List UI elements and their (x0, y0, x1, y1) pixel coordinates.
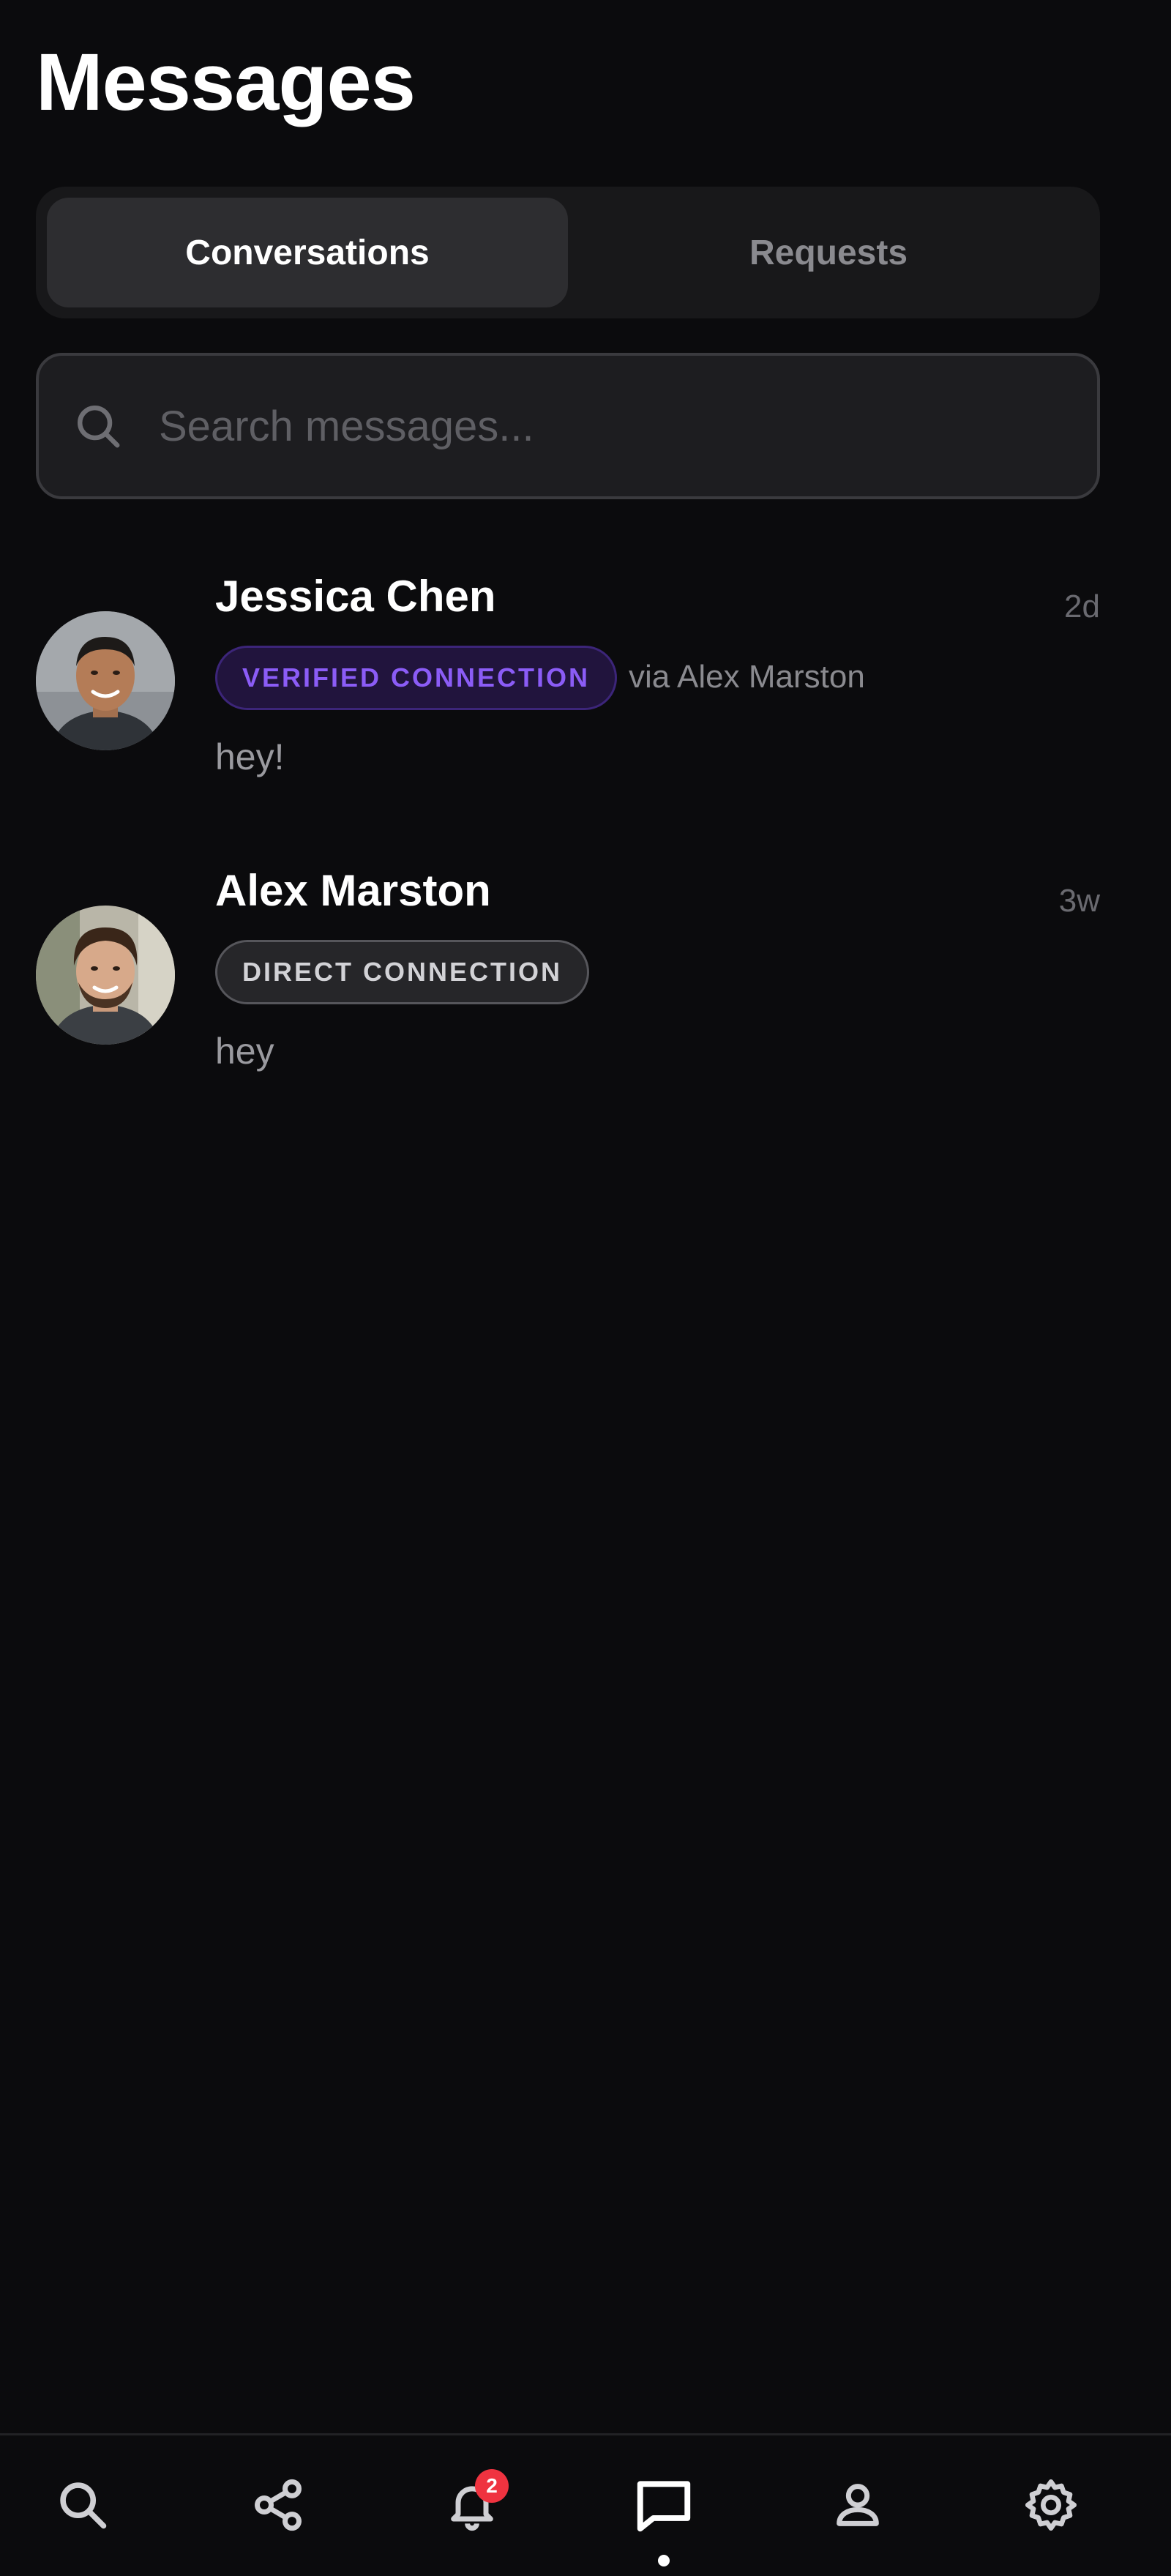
messages-screen: Messages Conversations Requests Search m… (0, 0, 1171, 2576)
direct-connection-badge: DIRECT CONNECTION (215, 940, 589, 1004)
nav-settings[interactable] (1007, 2435, 1095, 2576)
via-label: via Alex Marston (629, 659, 865, 695)
contact-name: Jessica Chen (215, 572, 496, 621)
avatar[interactable] (36, 611, 175, 750)
search-input[interactable] (157, 400, 1097, 452)
share-icon (250, 2477, 306, 2536)
nav-search[interactable] (39, 2435, 127, 2576)
tab-conversations[interactable]: Conversations (47, 198, 568, 307)
nav-messages[interactable] (620, 2435, 708, 2576)
conversation-item[interactable]: Alex Marston 3w DIRECT CONNECTION hey (36, 865, 1100, 1085)
contact-name: Alex Marston (215, 866, 491, 915)
nav-share[interactable] (234, 2435, 322, 2576)
tab-bar: Conversations Requests (36, 187, 1100, 318)
profile-icon (830, 2477, 886, 2536)
gear-icon (1022, 2476, 1080, 2538)
nav-profile[interactable] (814, 2435, 902, 2576)
search-bar[interactable] (36, 353, 1100, 499)
search-icon (55, 2477, 111, 2536)
avatar[interactable] (36, 906, 175, 1045)
notification-count-badge: 2 (475, 2469, 509, 2503)
timestamp: 3w (1058, 883, 1100, 919)
message-preview: hey! (215, 736, 285, 777)
timestamp: 2d (1064, 589, 1100, 624)
tab-requests[interactable]: Requests (568, 198, 1089, 307)
bottom-navigation: 2 (0, 2433, 1171, 2576)
page-title: Messages (36, 37, 416, 127)
active-indicator (658, 2555, 670, 2566)
message-preview: hey (215, 1031, 274, 1072)
verified-connection-badge: VERIFIED CONNECTION (215, 646, 618, 710)
conversation-item[interactable]: Jessica Chen 2d VERIFIED CONNECTION via … (36, 571, 1100, 791)
nav-notifications[interactable]: 2 (428, 2435, 516, 2576)
search-icon (72, 400, 124, 452)
chat-icon (632, 2474, 695, 2540)
